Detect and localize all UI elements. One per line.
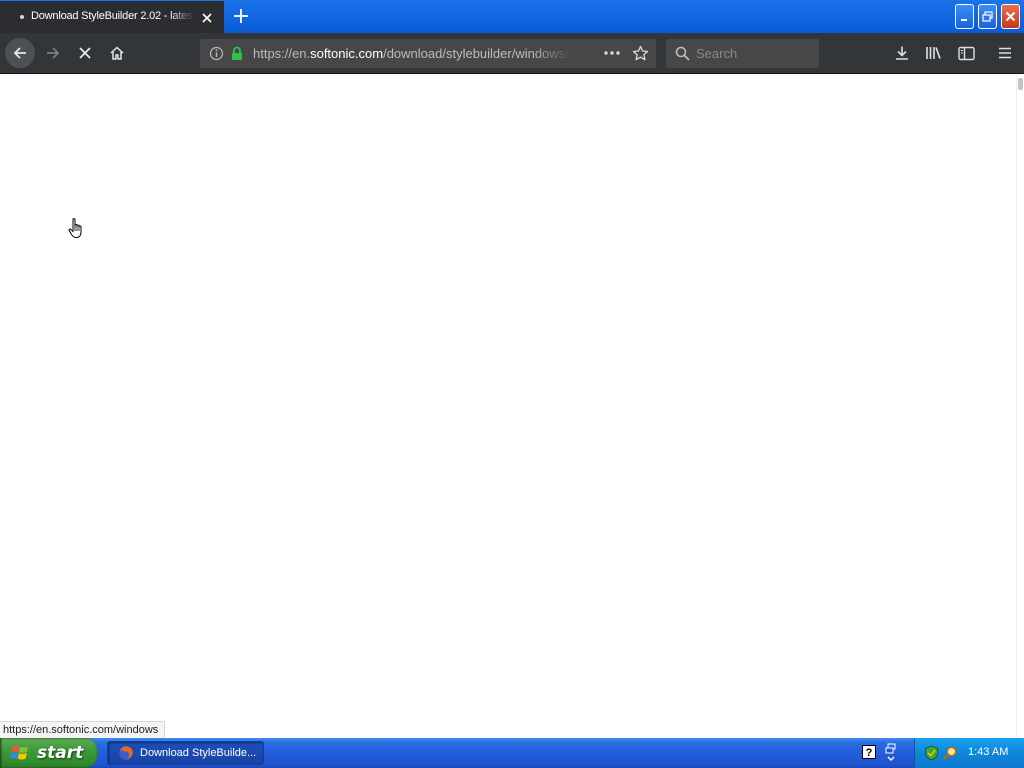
shield-icon[interactable] — [924, 745, 939, 761]
close-icon — [1005, 11, 1016, 22]
start-button[interactable]: start — [0, 738, 97, 768]
window-close-button[interactable] — [1001, 4, 1020, 29]
taskbar-button-label: Download StyleBuilde... — [140, 747, 257, 759]
hand-cursor-icon — [68, 218, 82, 238]
navigation-toolbar: https://en.softonic.com/download/stylebu… — [0, 33, 1024, 74]
home-icon — [110, 46, 124, 60]
search-icon — [675, 46, 690, 61]
restore-button[interactable] — [978, 4, 997, 29]
menu-icon — [999, 47, 1011, 59]
more-icon[interactable] — [603, 47, 621, 59]
downloads-button[interactable] — [887, 38, 917, 68]
library-button[interactable] — [919, 38, 949, 68]
taskbar-firefox-button[interactable]: Download StyleBuilde... — [107, 741, 264, 765]
sidebar-button[interactable] — [951, 38, 981, 68]
close-icon — [202, 13, 212, 23]
download-icon — [896, 46, 908, 60]
browser-tab[interactable]: Download StyleBuilder 2.02 - latest vers… — [0, 1, 224, 33]
tab-close-button[interactable] — [198, 9, 216, 27]
star-icon[interactable] — [632, 45, 649, 62]
scrollbar-thumb[interactable] — [1018, 78, 1023, 90]
search-tray-icon[interactable] — [942, 745, 958, 761]
tab-title: Download StyleBuilder 2.02 - latest vers… — [31, 10, 194, 22]
lock-icon[interactable] — [230, 46, 244, 61]
forward-button[interactable] — [38, 38, 68, 68]
network-icon[interactable] — [884, 743, 898, 763]
url-text[interactable]: https://en.softonic.com/download/stylebu… — [253, 46, 571, 61]
restore-icon — [982, 11, 993, 22]
plus-icon — [234, 9, 248, 23]
search-bar[interactable] — [666, 39, 819, 68]
system-tray: 1:43 AM — [914, 738, 1024, 768]
tab-strip: Download StyleBuilder 2.02 - latest vers… — [0, 0, 1024, 33]
info-icon[interactable] — [209, 46, 224, 61]
url-bar[interactable]: https://en.softonic.com/download/stylebu… — [200, 39, 656, 68]
taskbar: start Download StyleBuilde... ? 1:43 AM — [0, 738, 1024, 768]
page-content[interactable] — [0, 74, 1016, 738]
windows-logo-icon — [10, 745, 28, 760]
status-bar: https://en.softonic.com/windows — [0, 721, 166, 739]
minimize-icon — [961, 19, 967, 21]
library-icon — [926, 47, 941, 59]
home-button[interactable] — [102, 38, 132, 68]
help-icon[interactable]: ? — [862, 745, 876, 759]
clock[interactable]: 1:43 AM — [968, 746, 1008, 758]
new-tab-button[interactable] — [230, 5, 252, 27]
menu-button[interactable] — [990, 38, 1020, 68]
start-label: start — [37, 743, 84, 763]
minimize-button[interactable] — [955, 4, 974, 29]
sidebar-icon — [957, 46, 975, 60]
forward-arrow-icon — [47, 47, 60, 59]
back-arrow-icon — [13, 47, 26, 59]
search-input[interactable] — [696, 45, 811, 62]
vertical-scrollbar[interactable] — [1016, 74, 1024, 738]
stop-icon — [79, 47, 91, 59]
firefox-icon — [119, 746, 133, 760]
loading-dot-icon — [20, 15, 24, 19]
svg-text:?: ? — [866, 747, 873, 759]
back-button[interactable] — [5, 38, 35, 68]
stop-button[interactable] — [70, 38, 100, 68]
